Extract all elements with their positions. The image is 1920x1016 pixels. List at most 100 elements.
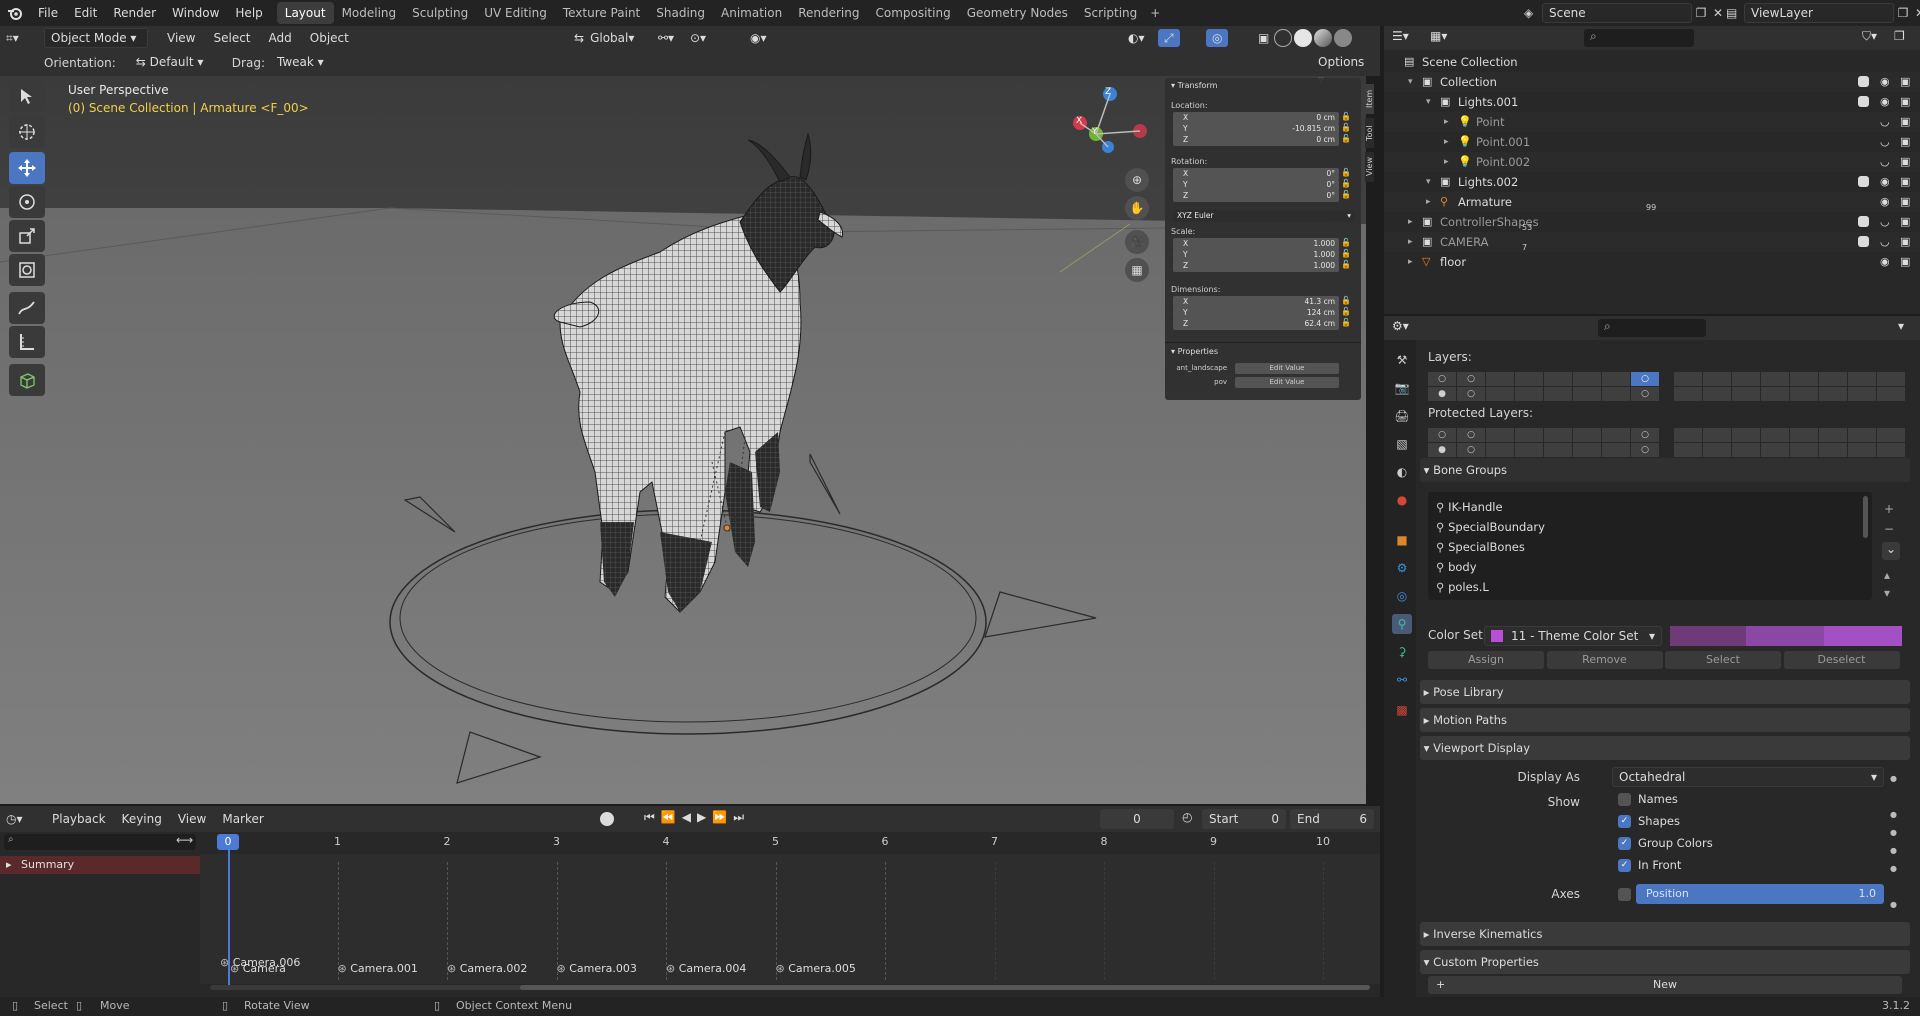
layer-cell[interactable] [1573, 387, 1601, 401]
checkbox[interactable]: ✓ [1618, 814, 1631, 828]
workspace-tab-scripting[interactable]: Scripting [1076, 2, 1145, 24]
layer-cell[interactable] [1761, 443, 1789, 457]
exclude-checkbox[interactable] [1858, 176, 1869, 187]
outliner-row-armature[interactable]: ▸ ⚲ Armature 99 ◉ ▣ [1384, 192, 1920, 212]
layer-cell[interactable] [1544, 428, 1572, 442]
new-collection-icon[interactable]: ❐ [1894, 29, 1905, 43]
measure-tool-icon[interactable] [9, 326, 45, 358]
render-camera-icon[interactable]: ▣ [1900, 112, 1910, 132]
select-tool-icon[interactable] [9, 80, 45, 112]
layer-cell[interactable] [1703, 428, 1731, 442]
lock-icon[interactable]: 🔓 [1341, 179, 1351, 188]
layer-cell[interactable] [1544, 387, 1572, 401]
bone-group-item[interactable]: ⚲ poles.L [1436, 578, 1856, 596]
layer-cell[interactable] [1877, 443, 1905, 457]
layer-cell[interactable] [1674, 443, 1702, 457]
list-scrollbar[interactable] [1863, 496, 1868, 538]
bone-group-item[interactable]: ⚲ IK-Handle [1436, 498, 1856, 516]
world-tab-icon[interactable]: ● [1392, 490, 1412, 510]
expand-arrow-icon[interactable]: ▸ [1408, 212, 1413, 232]
view-layer-tab-icon[interactable]: ▧ [1392, 434, 1412, 454]
workspace-tab-modeling[interactable]: Modeling [334, 2, 405, 24]
layer-cell[interactable] [1515, 387, 1543, 401]
layer-cell[interactable]: ○ [1631, 372, 1659, 386]
show-in-front-option[interactable]: ✓ In Front [1618, 858, 1681, 872]
workspace-tab-layout[interactable]: Layout [276, 2, 334, 24]
timeline-menu-marker[interactable]: Marker [214, 809, 271, 829]
axes-position-slider[interactable]: Position 1.0 [1636, 884, 1884, 904]
outliner-search[interactable]: ⌕ [1584, 29, 1694, 47]
exclude-checkbox[interactable] [1858, 236, 1869, 247]
show-group-colors-option[interactable]: ✓ Group Colors [1618, 836, 1713, 850]
prev-keyframe-icon[interactable]: ⏪ [661, 810, 676, 825]
color-set-selector[interactable]: 11 - Theme Color Set ▾ [1484, 626, 1662, 646]
layer-cell[interactable] [1486, 443, 1514, 457]
gizmo-toggle-icon[interactable]: ⤢ [1158, 29, 1180, 47]
color-swatch-active[interactable] [1824, 626, 1902, 646]
render-camera-icon[interactable]: ▣ [1900, 152, 1910, 172]
expand-arrow-icon[interactable]: ▸ [1444, 152, 1449, 172]
edit-value-button[interactable]: Edit Value [1235, 377, 1339, 388]
checkbox[interactable]: ✓ [1618, 836, 1631, 850]
inverse-kinematics-header[interactable]: ▸ Inverse Kinematics [1420, 922, 1910, 946]
outliner-editor-icon[interactable]: ☰▾ [1392, 29, 1409, 43]
layer-cell[interactable] [1732, 387, 1760, 401]
frame-tick-label[interactable]: 2 [436, 834, 458, 850]
properties-panel-header[interactable]: ▾ Properties [1171, 347, 1218, 356]
render-camera-icon[interactable]: ▣ [1900, 212, 1910, 232]
workspace-tab-texture-paint[interactable]: Texture Paint [555, 2, 648, 24]
workspace-tab-rendering[interactable]: Rendering [790, 2, 867, 24]
expand-arrow-icon[interactable]: ▾ [1426, 172, 1431, 192]
layers-grid-left[interactable]: ○ ○ ○ ● ○ ○ [1428, 372, 1659, 401]
layer-cell[interactable]: ○ [1457, 372, 1485, 386]
bone-constraint-tab-icon[interactable]: ⚯ [1392, 670, 1412, 690]
layer-cell[interactable] [1573, 372, 1601, 386]
3d-viewport[interactable]: Z X Y ⊕ ✋ 🎥 ▦ User Perspective (0) Scene… [0, 52, 1366, 804]
camera-view-icon[interactable]: 🎥 [1125, 230, 1149, 254]
layer-cell[interactable] [1703, 443, 1731, 457]
workspace-tab-sculpting[interactable]: Sculpting [404, 2, 476, 24]
select-button[interactable]: Select [1665, 651, 1781, 669]
armature-data-tab-icon[interactable]: ⚲ [1392, 614, 1412, 634]
move-tool-icon[interactable] [9, 152, 45, 184]
layer-cell[interactable] [1515, 372, 1543, 386]
expand-arrow-icon[interactable]: ▸ [1426, 192, 1431, 212]
location-z-field[interactable]: Z 0 cm [1173, 134, 1339, 146]
layer-cell[interactable] [1573, 428, 1601, 442]
properties-search[interactable]: ⌕ [1598, 319, 1706, 337]
viewlayer-icon[interactable]: ▤ [1726, 6, 1744, 20]
layer-cell[interactable] [1515, 443, 1543, 457]
layer-cell[interactable] [1819, 428, 1847, 442]
material-shading-icon[interactable] [1314, 29, 1332, 47]
layer-cell[interactable] [1790, 372, 1818, 386]
lock-icon[interactable]: 🔓 [1341, 190, 1351, 199]
outliner-row-point[interactable]: ▸ 💡 Point ◡ ▣ [1384, 112, 1920, 132]
move-up-button[interactable]: ▴ [1884, 568, 1890, 582]
layer-cell[interactable] [1602, 443, 1630, 457]
layer-cell[interactable] [1790, 428, 1818, 442]
visibility-eye-icon[interactable]: ◡ [1880, 152, 1890, 172]
layer-cell[interactable] [1573, 443, 1601, 457]
zoom-icon[interactable]: ⊕ [1125, 168, 1149, 192]
layer-cell[interactable] [1819, 372, 1847, 386]
visibility-eye-icon[interactable]: ◉ [1880, 72, 1890, 92]
gizmo-x-label[interactable]: X [1076, 116, 1082, 126]
layer-cell[interactable] [1486, 428, 1514, 442]
render-camera-icon[interactable]: ▣ [1900, 252, 1910, 272]
layer-cell[interactable] [1761, 428, 1789, 442]
checkbox[interactable]: ✓ [1618, 858, 1631, 872]
cursor-tool-icon[interactable] [9, 116, 45, 148]
bone-group-item[interactable]: ⚲ SpecialBones [1436, 538, 1856, 556]
scale-tool-icon[interactable] [9, 220, 45, 252]
layer-cell[interactable] [1544, 443, 1572, 457]
timeline-search[interactable]: ⌕ [4, 834, 196, 850]
mode-selector[interactable]: Object Mode ▾ [44, 28, 148, 48]
new-viewlayer-icon[interactable]: ❐ [1894, 6, 1912, 20]
render-camera-icon[interactable]: ▣ [1900, 172, 1910, 192]
rotate-tool-icon[interactable] [9, 186, 45, 218]
layer-cell[interactable] [1703, 372, 1731, 386]
solid-shading-icon[interactable] [1294, 29, 1312, 47]
layer-cell[interactable] [1544, 372, 1572, 386]
remove-viewlayer-icon[interactable]: ✕ [1912, 6, 1920, 20]
properties-options-icon[interactable]: ▾ [1898, 319, 1904, 333]
